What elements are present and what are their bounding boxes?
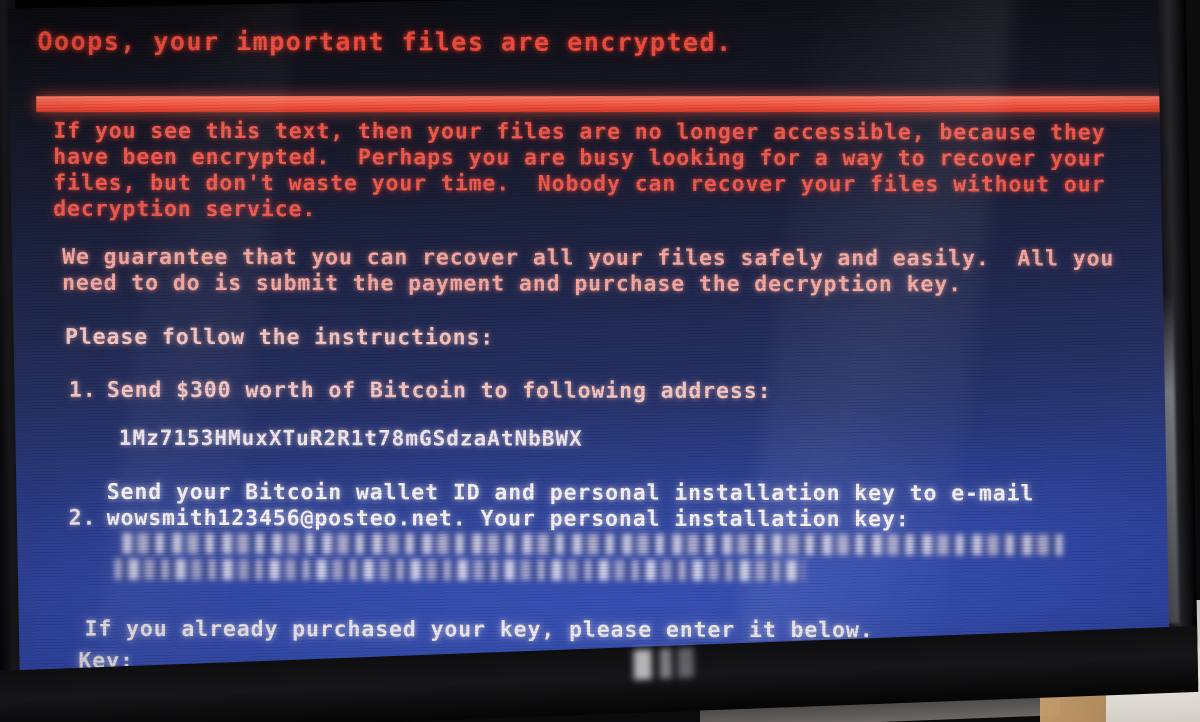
intro-line-2: have been encrypted. Perhaps you are bus… [53, 144, 1106, 172]
monitor: Ooops, your important files are encrypte… [0, 0, 1199, 722]
monitor-brand-logo-redacted [633, 647, 694, 681]
bitcoin-address-value[interactable]: 1Mz7153HMuxXTuR2R1t78mGSdzaAtNbBWX [119, 426, 583, 451]
ransom-headline: Ooops, your important files are encrypte… [37, 26, 733, 57]
instructions-heading: Please follow the instructions: [64, 324, 495, 351]
intro-line-4: decryption service. [53, 196, 317, 223]
accent-divider-bar [36, 96, 1170, 113]
step-2-number: 2. [68, 505, 97, 531]
footer-prompt: If you already purchased your key, pleas… [84, 616, 874, 644]
photo-scene: Ooops, your important files are encrypte… [0, 0, 1200, 722]
guarantee-line-1: We guarantee that you can recover all yo… [62, 244, 1115, 272]
step-2-text-line-1: Send your Bitcoin wallet ID and personal… [106, 479, 1035, 507]
step-1-number: 1. [68, 377, 97, 403]
step-1-text: Send $300 worth of Bitcoin to following … [106, 377, 772, 404]
guarantee-line-2: need to do is submit the payment and pur… [62, 270, 962, 298]
step-2-text-line-2: wowsmith123456@posteo.net. Your personal… [106, 505, 910, 533]
installation-key-redacted-line-1 [122, 532, 1063, 556]
intro-line-1: If you see this text, then your files ar… [53, 118, 1106, 146]
intro-line-3: files, but don't waste your time. Nobody… [53, 170, 1106, 198]
installation-key-redacted-line-2 [114, 558, 805, 582]
screen-panel: Ooops, your important files are encrypte… [7, 0, 1170, 677]
